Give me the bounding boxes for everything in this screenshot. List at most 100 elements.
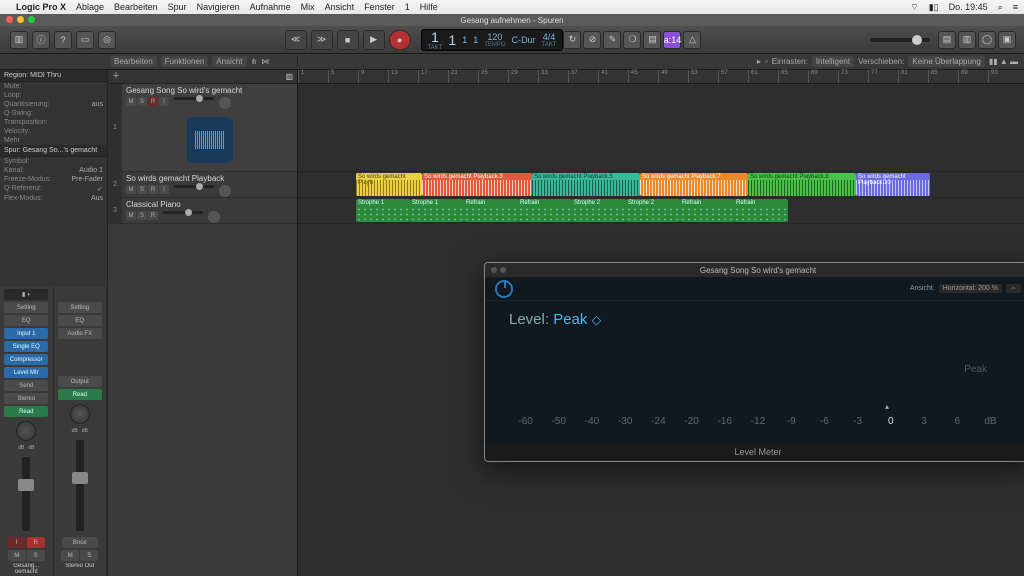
output-slot[interactable]: Stereo	[4, 393, 48, 404]
marquee-tool-icon[interactable]: ▫	[765, 57, 768, 66]
track-volume[interactable]	[163, 211, 203, 214]
track-volume[interactable]	[174, 185, 214, 188]
track-name-2[interactable]: So wirds gemacht Playback	[126, 174, 293, 183]
menu-spur[interactable]: Spur	[168, 2, 187, 12]
midi-region[interactable]: Refrain	[518, 199, 572, 222]
lcd-div[interactable]: 1	[462, 35, 467, 45]
menu-hilfe[interactable]: Hilfe	[420, 2, 438, 12]
track-pan[interactable]	[208, 211, 220, 223]
track-name-3[interactable]: Classical Piano	[126, 200, 293, 209]
inspector-row[interactable]: Velocity:	[0, 127, 107, 136]
input-monitor-btn[interactable]: I	[8, 537, 26, 548]
midi-region[interactable]: Refrain	[680, 199, 734, 222]
track-filter-icon[interactable]: ▥	[281, 70, 297, 83]
menu-aufnahme[interactable]: Aufnahme	[250, 2, 291, 12]
volume-fader[interactable]	[22, 457, 30, 531]
plugin-link-icon[interactable]: ⇔	[1006, 284, 1021, 293]
inspector-row[interactable]: Q-Referenz:✓	[0, 184, 107, 194]
insert-3[interactable]: Level Mtr	[4, 367, 48, 378]
snap-mode[interactable]: Intelligent	[812, 56, 854, 67]
audio-region[interactable]: So wirds gemacht Playback.5	[532, 173, 640, 196]
inspector-row[interactable]: Loop:	[0, 91, 107, 100]
setting-button[interactable]: Setting	[4, 302, 48, 313]
audio-region[interactable]: So wirds gemacht Playback.3	[422, 173, 532, 196]
minimize-window-icon[interactable]	[17, 16, 24, 23]
track-pan[interactable]	[219, 97, 231, 109]
lcd-ticks[interactable]: 1	[473, 35, 478, 45]
audio-region[interactable]: So wirds gemacht Playback.7	[640, 173, 748, 196]
menu-navigieren[interactable]: Navigieren	[197, 2, 240, 12]
menu-bearbeiten[interactable]: Bearbeiten	[114, 2, 158, 12]
lcd-beats[interactable]: 1	[448, 32, 456, 48]
pan-knob-out[interactable]	[70, 404, 90, 424]
setting-button-out[interactable]: Setting	[58, 302, 102, 313]
tuner-button[interactable]: △	[683, 31, 701, 49]
output-slot-out[interactable]: Output	[58, 376, 102, 387]
play-button[interactable]: ▶	[363, 30, 385, 50]
inspector-row[interactable]: Transposition:	[0, 118, 107, 127]
track-volume[interactable]	[174, 97, 214, 100]
plugin-view-mode[interactable]: Horizontal: 200 %	[939, 284, 1002, 293]
forward-button[interactable]: ≫	[311, 30, 333, 50]
add-track-icon[interactable]: ＋	[108, 69, 124, 82]
menu-icon[interactable]: ≡	[1013, 2, 1018, 12]
inspector-button[interactable]: ⓘ	[32, 31, 50, 49]
stop-button[interactable]: ■	[337, 30, 359, 50]
track-3[interactable]: 3 Classical Piano M S R	[108, 198, 297, 224]
bar-ruler[interactable]: 1591317212529333741454953576165697377818…	[298, 70, 1024, 84]
close-window-icon[interactable]	[6, 16, 13, 23]
pan-knob[interactable]	[16, 421, 36, 441]
drag-mode[interactable]: Keine Überlappung	[908, 56, 985, 67]
replace-button[interactable]: ⊘	[583, 31, 601, 49]
eq-thumb[interactable]: EQ	[4, 315, 48, 326]
wifi-icon[interactable]: ⌔	[910, 2, 918, 13]
app-name[interactable]: Logic Pro X	[16, 2, 66, 12]
audio-region[interactable]: So wirds gemacht Playback.10	[856, 173, 930, 196]
audio-fx-slot[interactable]: Audio FX	[58, 328, 102, 339]
quick-help-button[interactable]: ?	[54, 31, 72, 49]
send-slot[interactable]: Send	[4, 380, 48, 391]
mute-btn-out[interactable]: M	[61, 550, 79, 561]
menu-ablage[interactable]: Ablage	[76, 2, 104, 12]
track-2[interactable]: 2 So wirds gemacht Playback M S R I	[108, 172, 297, 198]
view-menu[interactable]: Ansicht	[212, 56, 246, 67]
plugin-min-icon[interactable]	[500, 267, 506, 273]
plugin-power-button[interactable]	[495, 280, 513, 298]
midi-region[interactable]: Strophe 2	[572, 199, 626, 222]
autopunch-button[interactable]: ✎	[603, 31, 621, 49]
track-name-1[interactable]: Gesang Song So wird's gemacht	[126, 86, 293, 95]
plugin-titlebar[interactable]: Gesang Song So wird's gemacht	[485, 263, 1024, 277]
smart-controls-button[interactable]: ◎	[98, 31, 116, 49]
clock[interactable]: Do. 19:45	[949, 2, 988, 12]
level-mode-select[interactable]: Peak ◇	[553, 311, 601, 328]
pointer-tool-icon[interactable]: ▸	[757, 57, 761, 66]
battery-icon[interactable]: ▮▯	[929, 2, 939, 13]
metronome-button[interactable]: a:14	[663, 31, 681, 49]
input-slot[interactable]: Input 1	[4, 328, 48, 339]
plugin-close-icon[interactable]	[491, 267, 497, 273]
rec-enable-btn[interactable]: R	[148, 97, 158, 106]
flex-icon[interactable]: ⋈	[261, 57, 269, 66]
menu-ansicht[interactable]: Ansicht	[325, 2, 355, 12]
record-button[interactable]: ●	[389, 30, 411, 50]
toolbar-button[interactable]: ▭	[76, 31, 94, 49]
lane-3[interactable]: Strophe 1Strophe 1RefrainRefrainStrophe …	[298, 198, 1024, 224]
list-editors-button[interactable]: ▤	[938, 31, 956, 49]
solo-btn[interactable]: S	[27, 550, 45, 561]
insert-2[interactable]: Compressor	[4, 354, 48, 365]
inspector-row[interactable]: Mute:	[0, 82, 107, 91]
inspector-row[interactable]: Kanal:Audio 1	[0, 166, 107, 175]
automation-icon[interactable]: ⋔	[251, 57, 258, 66]
mute-btn[interactable]: M	[126, 97, 136, 106]
edit-menu[interactable]: Bearbeiten	[110, 56, 157, 67]
inspector-row[interactable]: Quantisierung:aus	[0, 100, 107, 109]
automation-mode-out[interactable]: Read	[58, 389, 102, 400]
functions-menu[interactable]: Funktionen	[161, 56, 209, 67]
master-volume-slider[interactable]	[870, 38, 930, 42]
bounce-btn[interactable]: Bnce	[62, 537, 98, 548]
plugin-window-level-meter[interactable]: Gesang Song So wird's gemacht Ansicht: H…	[484, 262, 1024, 462]
menu-1[interactable]: 1	[405, 2, 410, 12]
lcd-tempo[interactable]: 120	[487, 32, 502, 42]
zoom-tools[interactable]: ▮▮ ▲ ▬	[989, 57, 1018, 66]
lcd-bars[interactable]: 1	[431, 29, 439, 45]
